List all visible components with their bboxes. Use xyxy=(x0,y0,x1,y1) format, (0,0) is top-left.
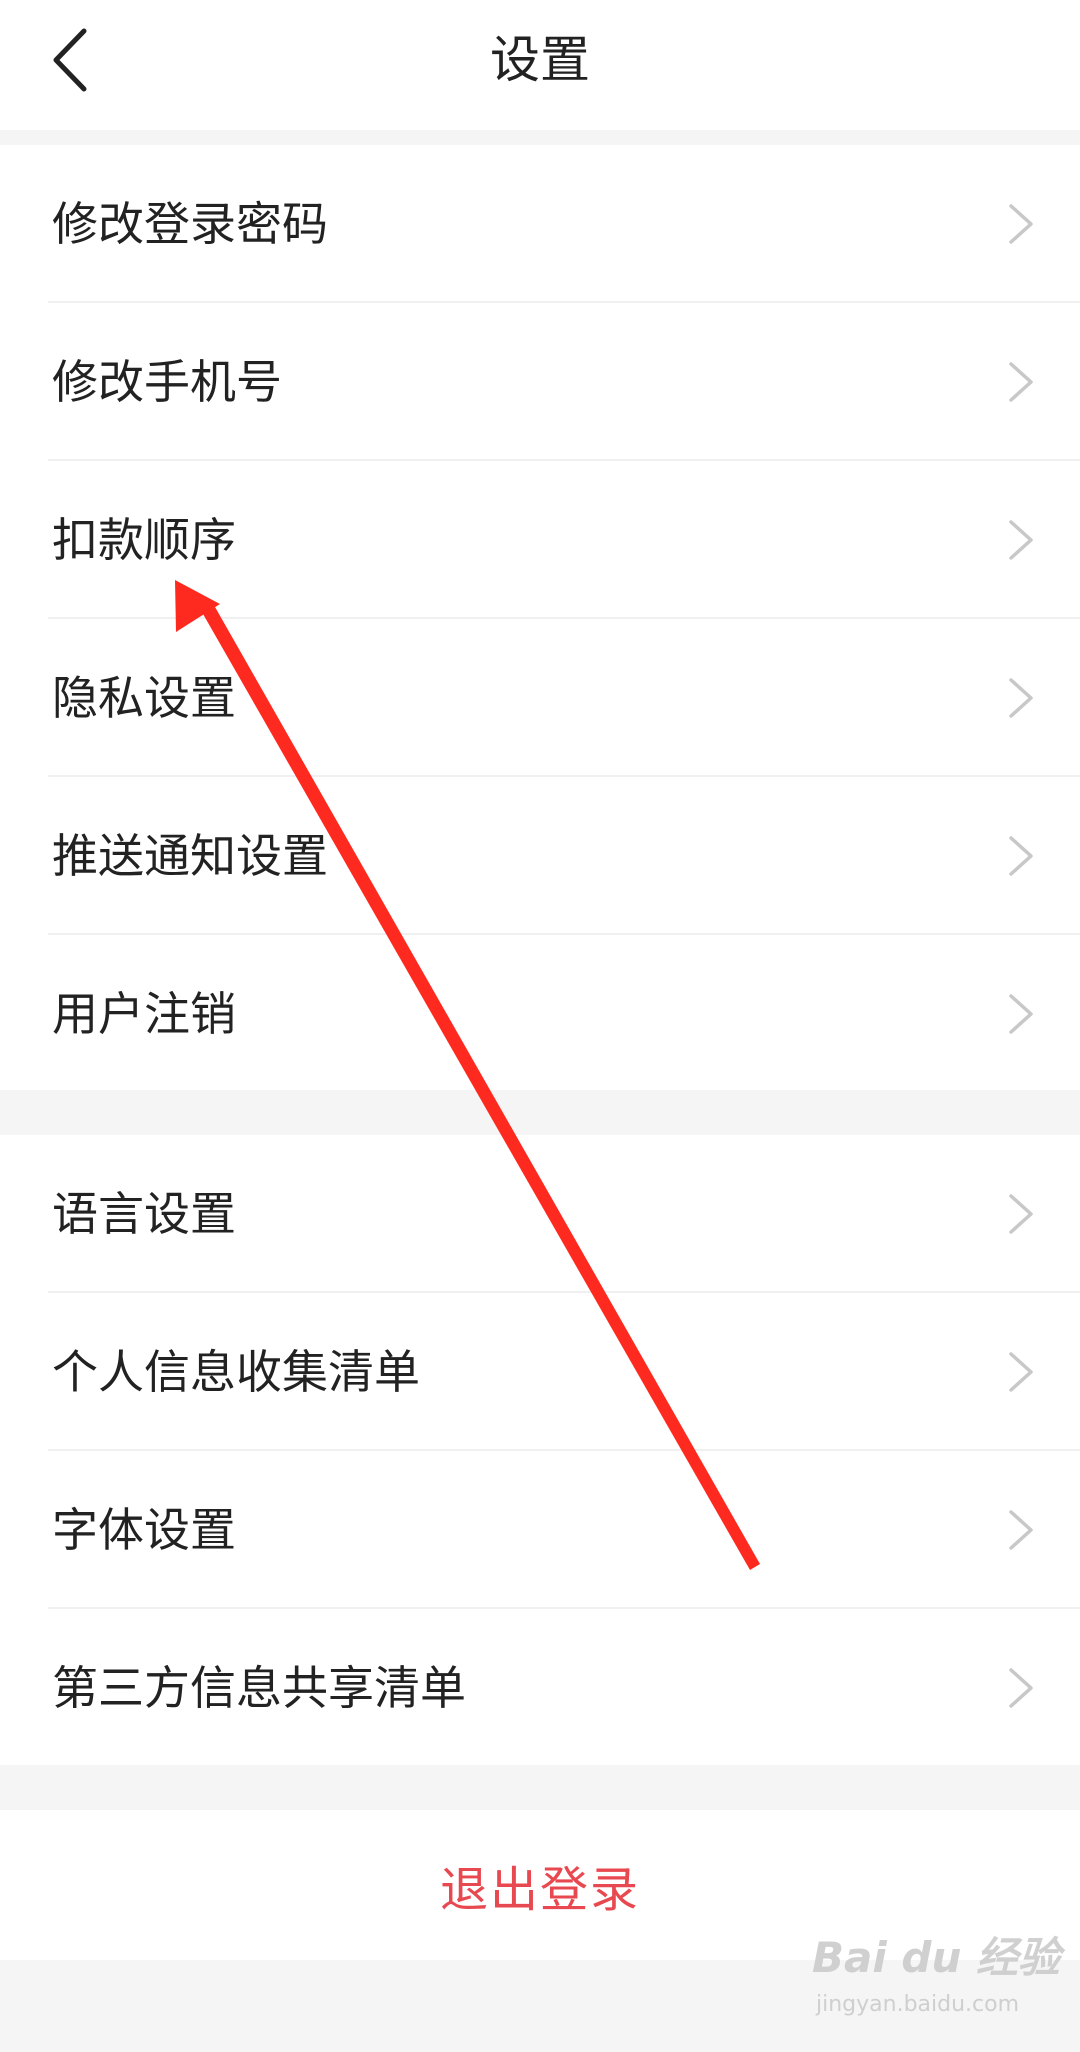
settings-item-label: 用户注销 xyxy=(52,987,236,1041)
nav-bar: 设置 xyxy=(0,0,1080,130)
settings-group-1: 修改登录密码 修改手机号 扣款顺序 隐私设置 推送通知设置 用户注销 xyxy=(0,145,1080,1090)
settings-item-label: 修改手机号 xyxy=(52,355,282,409)
chevron-right-icon xyxy=(1009,1352,1033,1392)
settings-item-label: 字体设置 xyxy=(52,1503,236,1557)
settings-item-label: 第三方信息共享清单 xyxy=(52,1661,466,1715)
settings-item-label: 扣款顺序 xyxy=(52,513,236,567)
settings-item-label: 隐私设置 xyxy=(52,671,236,725)
settings-item-label: 修改登录密码 xyxy=(52,197,328,251)
settings-item-third-party-sharing[interactable]: 第三方信息共享清单 xyxy=(0,1609,1080,1767)
logout-label: 退出登录 xyxy=(439,1862,640,1918)
chevron-right-icon xyxy=(1009,1668,1033,1708)
settings-item-change-password[interactable]: 修改登录密码 xyxy=(0,145,1080,303)
settings-item-account-deletion[interactable]: 用户注销 xyxy=(0,935,1080,1093)
settings-item-label: 个人信息收集清单 xyxy=(52,1345,420,1399)
chevron-right-icon xyxy=(1009,994,1033,1034)
settings-item-font[interactable]: 字体设置 xyxy=(0,1451,1080,1609)
settings-item-language[interactable]: 语言设置 xyxy=(0,1135,1080,1293)
chevron-right-icon xyxy=(1009,1194,1033,1234)
watermark-url: jingyan.baidu.com xyxy=(816,1992,1020,2017)
chevron-right-icon xyxy=(1009,520,1033,560)
settings-item-personal-info-list[interactable]: 个人信息收集清单 xyxy=(0,1293,1080,1451)
settings-item-privacy[interactable]: 隐私设置 xyxy=(0,619,1080,777)
settings-item-push-notifications[interactable]: 推送通知设置 xyxy=(0,777,1080,935)
settings-item-label: 推送通知设置 xyxy=(52,829,328,883)
page-title: 设置 xyxy=(490,31,590,89)
settings-item-change-phone[interactable]: 修改手机号 xyxy=(0,303,1080,461)
settings-group-2: 语言设置 个人信息收集清单 字体设置 第三方信息共享清单 xyxy=(0,1135,1080,1765)
chevron-right-icon xyxy=(1009,678,1033,718)
settings-item-label: 语言设置 xyxy=(52,1187,236,1241)
watermark: Bai du 经验 jingyan.baidu.com xyxy=(812,1924,1060,2034)
watermark-brand: Bai du 经验 xyxy=(812,1933,1060,1982)
chevron-right-icon xyxy=(1009,1510,1033,1550)
chevron-right-icon xyxy=(1009,836,1033,876)
chevron-right-icon xyxy=(1009,362,1033,402)
chevron-right-icon xyxy=(1009,204,1033,244)
settings-item-payment-order[interactable]: 扣款顺序 xyxy=(0,461,1080,619)
